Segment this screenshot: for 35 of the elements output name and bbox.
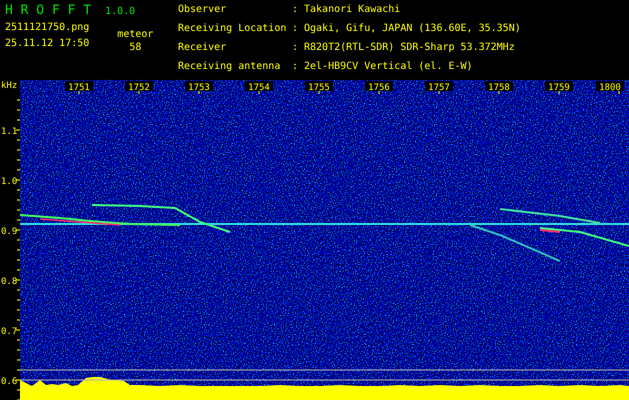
y-tick-label: 1.1 bbox=[1, 127, 18, 137]
x-tick-label: 1752 bbox=[128, 83, 150, 93]
info-label: Receiving antenna bbox=[178, 61, 282, 74]
x-tick-label: 1756 bbox=[368, 83, 390, 93]
x-tick-label: 1759 bbox=[548, 83, 570, 93]
y-tick-label: 0.8 bbox=[1, 277, 18, 287]
meteor-count: 58 bbox=[129, 42, 142, 53]
y-tick-label: 1.0 bbox=[1, 177, 18, 187]
y-tick-label: 0.7 bbox=[1, 327, 18, 337]
count-label: meteor bbox=[117, 29, 154, 40]
axis-unit: kHz bbox=[1, 81, 18, 91]
x-tick-label: 1753 bbox=[188, 83, 210, 93]
info-separator: : bbox=[292, 61, 300, 74]
info-value: Takanori Kawachi bbox=[304, 4, 402, 17]
info-label: Receiver bbox=[178, 42, 228, 55]
info-value: Ogaki, Gifu, JAPAN (136.60E, 35.35N) bbox=[304, 23, 521, 36]
info-label: Receiving Location bbox=[178, 23, 288, 36]
date-time: 25.11.12 17:50 bbox=[5, 38, 90, 49]
info-separator: : bbox=[292, 23, 300, 36]
y-tick-label: 0.9 bbox=[1, 227, 18, 237]
info-value: R820T2(RTL-SDR) SDR-Sharp 53.372MHz bbox=[304, 42, 516, 55]
version-label: 1.0.0 bbox=[105, 6, 136, 17]
info-value: 2el-HB9CV Vertical (el. E-W) bbox=[304, 61, 474, 74]
file-name: 2511121750.png bbox=[5, 22, 90, 33]
x-tick-label: 1751 bbox=[68, 83, 90, 93]
info-label: Observer bbox=[178, 4, 228, 17]
x-tick-label: 1757 bbox=[428, 83, 450, 93]
app-title: H R O F F T bbox=[5, 3, 92, 18]
info-separator: : bbox=[292, 4, 300, 17]
info-separator: : bbox=[292, 42, 300, 55]
x-tick-label: 1755 bbox=[308, 83, 330, 93]
x-tick-label: 1800 bbox=[599, 83, 621, 93]
y-tick-label: 0.6 bbox=[1, 377, 18, 387]
x-tick-label: 1758 bbox=[488, 83, 510, 93]
x-tick-label: 1754 bbox=[248, 83, 270, 93]
